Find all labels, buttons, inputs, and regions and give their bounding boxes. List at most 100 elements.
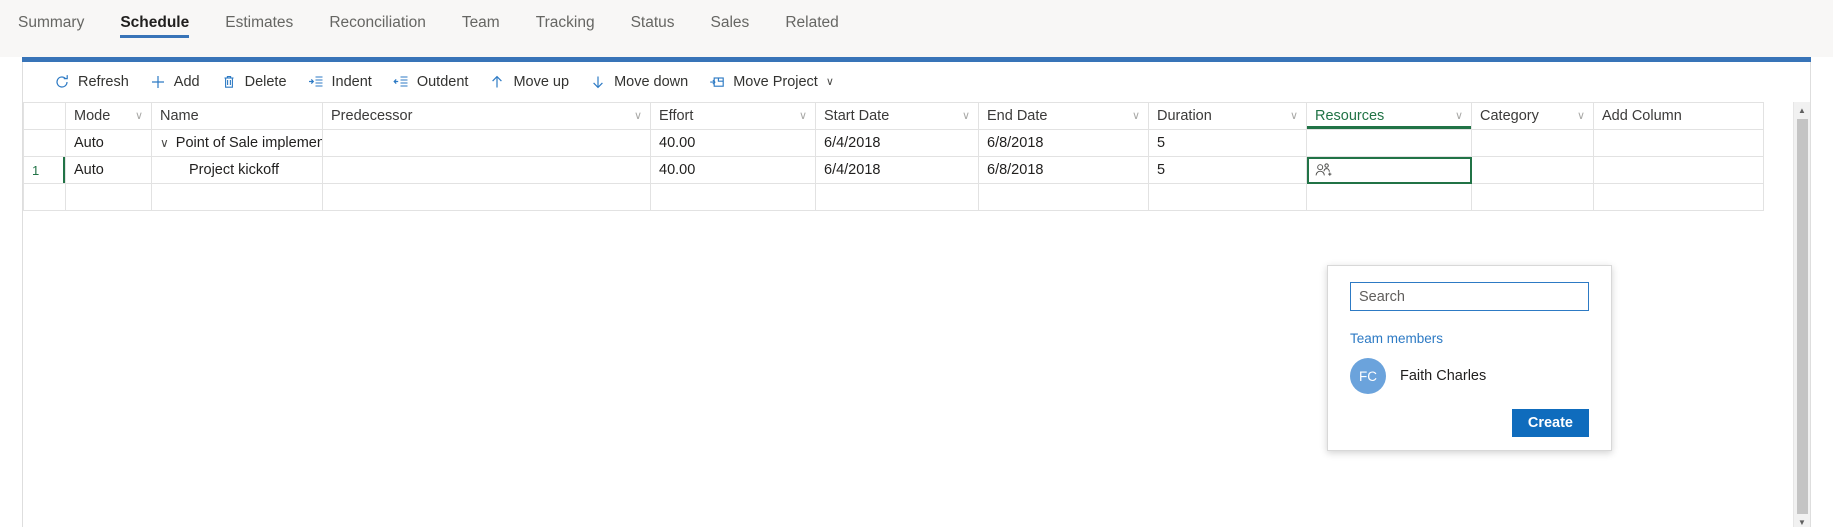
cell-mode[interactable]: Auto — [65, 129, 152, 157]
refresh-icon — [53, 73, 71, 91]
move-up-button[interactable]: Move up — [478, 65, 579, 99]
cell-start-date[interactable]: 6/4/2018 — [815, 156, 979, 184]
cell-start-date-value: 6/4/2018 — [824, 162, 881, 178]
refresh-button[interactable]: Refresh — [43, 65, 139, 99]
scroll-up-arrow-icon[interactable]: ▲ — [1794, 102, 1811, 119]
nav-tab-status[interactable]: Status — [613, 0, 693, 46]
header-predecessor[interactable]: Predecessor ∨ — [322, 102, 651, 130]
chevron-down-icon[interactable]: ∨ — [628, 110, 642, 122]
indent-button[interactable]: Indent — [297, 65, 382, 99]
cell-end-date[interactable] — [978, 183, 1149, 211]
cell-add-column[interactable] — [1593, 129, 1764, 157]
nav-tab-schedule[interactable]: Schedule — [102, 0, 207, 46]
grid-header-row: Mode ∨ Name Predecessor ∨ Effort ∨ Start… — [23, 102, 1764, 130]
header-mode-label: Mode — [74, 108, 111, 124]
cell-mode[interactable] — [65, 183, 152, 211]
nav-tab-estimates[interactable]: Estimates — [207, 0, 311, 46]
move-project-button[interactable]: Move Project ∨ — [698, 65, 844, 99]
nav-tab-label: Status — [630, 14, 675, 31]
move-project-icon — [708, 73, 726, 91]
cell-category[interactable] — [1471, 129, 1594, 157]
cell-duration[interactable]: 5 — [1148, 129, 1307, 157]
header-add-column[interactable]: Add Column — [1593, 102, 1764, 130]
move-project-label: Move Project — [733, 74, 818, 90]
chevron-down-icon[interactable]: ∨ — [826, 76, 834, 88]
cell-start-date[interactable] — [815, 183, 979, 211]
cell-predecessor[interactable] — [322, 156, 651, 184]
create-button[interactable]: Create — [1511, 409, 1589, 437]
expand-collapse-chevron-icon[interactable]: ∨ — [160, 136, 169, 150]
vertical-scrollbar[interactable]: ▲ ▼ — [1793, 102, 1810, 527]
add-button[interactable]: Add — [139, 65, 210, 99]
header-resources[interactable]: Resources ∨ — [1306, 102, 1472, 130]
header-duration[interactable]: Duration ∨ — [1148, 102, 1307, 130]
cell-duration-value: 5 — [1157, 135, 1166, 151]
cell-category[interactable] — [1471, 183, 1594, 211]
cell-start-date[interactable]: 6/4/2018 — [815, 129, 979, 157]
cell-resources-active[interactable] — [1306, 156, 1472, 184]
nav-tab-summary[interactable]: Summary — [0, 0, 102, 46]
header-name[interactable]: Name — [151, 102, 323, 130]
cell-duration[interactable] — [1148, 183, 1307, 211]
cell-resources[interactable] — [1306, 183, 1472, 211]
header-mode[interactable]: Mode ∨ — [65, 102, 152, 130]
header-rownum — [23, 102, 66, 130]
nav-tab-label: Reconciliation — [329, 14, 426, 31]
header-category[interactable]: Category ∨ — [1471, 102, 1594, 130]
cell-effort[interactable]: 40.00 — [650, 129, 816, 157]
cell-effort[interactable] — [650, 183, 816, 211]
chevron-down-icon[interactable]: ∨ — [793, 110, 807, 122]
chevron-down-icon[interactable]: ∨ — [1449, 110, 1463, 122]
resource-search-input[interactable] — [1350, 282, 1589, 311]
outdent-icon — [392, 73, 410, 91]
cell-end-date[interactable]: 6/8/2018 — [978, 129, 1149, 157]
cell-duration[interactable]: 5 — [1148, 156, 1307, 184]
cell-predecessor[interactable] — [322, 129, 651, 157]
schedule-grid: Mode ∨ Name Predecessor ∨ Effort ∨ Start… — [23, 102, 1764, 211]
header-end-date[interactable]: End Date ∨ — [978, 102, 1149, 130]
cell-mode[interactable]: Auto — [65, 156, 152, 184]
row-number-cell — [23, 129, 66, 157]
row-number-cell: 1 — [23, 156, 66, 184]
vertical-scrollbar-thumb[interactable] — [1796, 119, 1808, 514]
header-start-date[interactable]: Start Date ∨ — [815, 102, 979, 130]
cell-name[interactable] — [151, 183, 323, 211]
header-add-column-label: Add Column — [1602, 108, 1682, 124]
nav-tab-label: Schedule — [120, 14, 190, 31]
table-row[interactable]: 1 Auto Project kickoff 40.00 6/4/2018 6/… — [23, 156, 1764, 184]
nav-tab-tracking[interactable]: Tracking — [518, 0, 613, 46]
table-row[interactable] — [23, 183, 1764, 211]
cell-duration-value: 5 — [1157, 162, 1166, 178]
cell-name[interactable]: Project kickoff — [151, 156, 323, 184]
team-member-name: Faith Charles — [1400, 368, 1487, 384]
scroll-down-arrow-icon[interactable]: ▼ — [1794, 514, 1811, 527]
grid-scroll-area: Mode ∨ Name Predecessor ∨ Effort ∨ Start… — [23, 102, 1793, 527]
chevron-down-icon[interactable]: ∨ — [956, 110, 970, 122]
nav-tab-team[interactable]: Team — [444, 0, 518, 46]
outdent-button[interactable]: Outdent — [382, 65, 479, 99]
chevron-down-icon[interactable]: ∨ — [129, 110, 143, 122]
trash-icon — [220, 73, 238, 91]
nav-tab-related[interactable]: Related — [767, 0, 856, 46]
team-member-item[interactable]: FC Faith Charles — [1350, 358, 1589, 394]
cell-predecessor[interactable] — [322, 183, 651, 211]
header-effort[interactable]: Effort ∨ — [650, 102, 816, 130]
cell-end-date[interactable]: 6/8/2018 — [978, 156, 1149, 184]
delete-button[interactable]: Delete — [210, 65, 297, 99]
cell-resources[interactable] — [1306, 129, 1472, 157]
add-person-icon[interactable] — [1315, 163, 1332, 178]
cell-name[interactable]: ∨ Point of Sale implementation — [151, 129, 323, 157]
cell-category[interactable] — [1471, 156, 1594, 184]
nav-tab-reconciliation[interactable]: Reconciliation — [311, 0, 444, 46]
chevron-down-icon[interactable]: ∨ — [1571, 110, 1585, 122]
cell-add-column[interactable] — [1593, 183, 1764, 211]
nav-tab-sales[interactable]: Sales — [693, 0, 768, 46]
arrow-up-icon — [488, 73, 506, 91]
chevron-down-icon[interactable]: ∨ — [1284, 110, 1298, 122]
nav-spacer — [0, 46, 1833, 57]
cell-add-column[interactable] — [1593, 156, 1764, 184]
cell-effort[interactable]: 40.00 — [650, 156, 816, 184]
table-row[interactable]: Auto ∨ Point of Sale implementation 40.0… — [23, 129, 1764, 157]
move-down-button[interactable]: Move down — [579, 65, 698, 99]
chevron-down-icon[interactable]: ∨ — [1126, 110, 1140, 122]
